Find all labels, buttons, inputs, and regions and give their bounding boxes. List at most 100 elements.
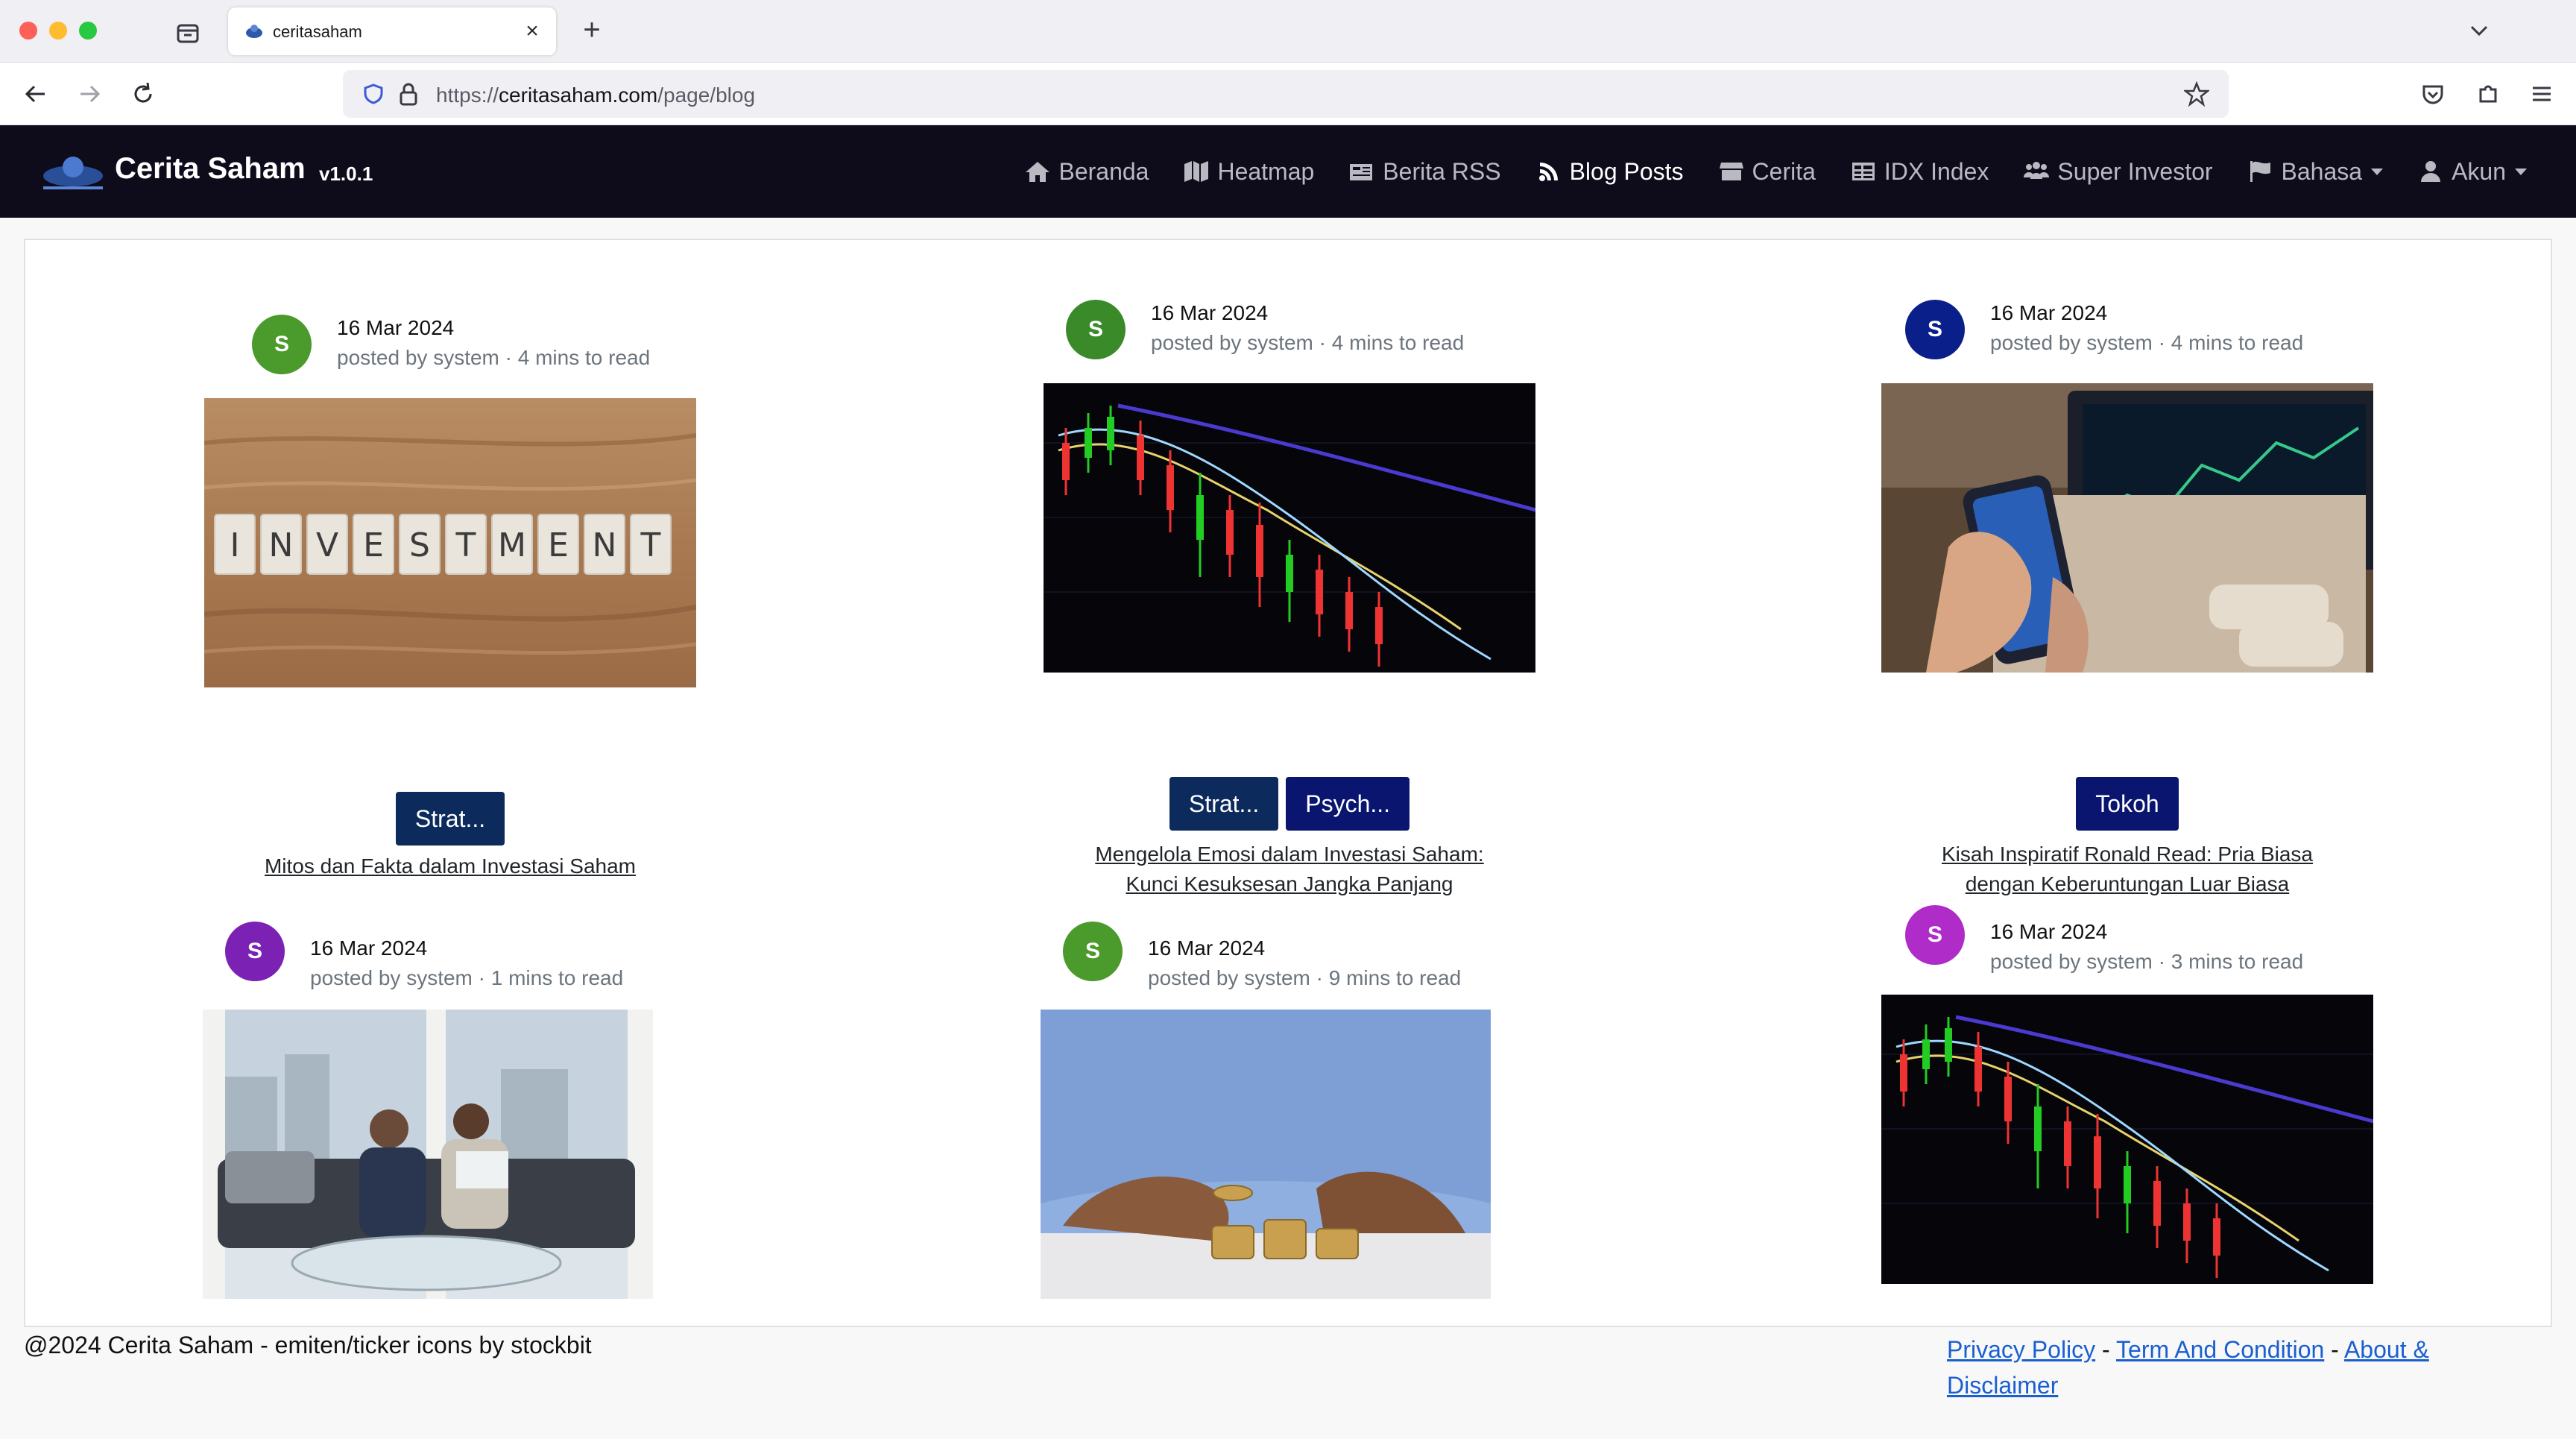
menu-item-beranda[interactable]: Beranda <box>1024 158 1149 186</box>
menu-item-cerita[interactable]: Cerita <box>1718 158 1816 186</box>
menu-item-berita-rss[interactable]: Berita RSS <box>1348 157 1501 186</box>
main-menu: Beranda Heatmap Berita RSS Blog Posts Ce… <box>1024 125 2527 218</box>
post-header: S 16 Mar 2024 posted by system · 4 mins … <box>1044 300 1535 370</box>
svg-text:I: I <box>230 526 240 564</box>
caret-down-icon <box>2515 168 2527 175</box>
post-title-line: Kunci Kesuksesan Jangka Panjang <box>1126 872 1453 895</box>
tab-list-icon[interactable] <box>173 18 203 48</box>
menu-label-berita-rss: Berita RSS <box>1383 157 1501 185</box>
post-title-line: Kisah Inspiratif Ronald Read: Pria Biasa <box>1941 843 2314 866</box>
post-meta: posted by system · 4 mins to read <box>337 346 651 369</box>
url-path: /page/blog <box>657 84 756 107</box>
menu-label-heatmap: Heatmap <box>1217 157 1315 185</box>
tab-close-icon[interactable]: × <box>519 18 546 45</box>
coins-stack-image[interactable] <box>1041 1010 1491 1299</box>
candlestick-chart-image[interactable] <box>1044 383 1535 673</box>
reload-icon[interactable] <box>127 78 160 110</box>
terms-link[interactable]: Term And Condition <box>2116 1336 2324 1363</box>
candlestick-graphic <box>1044 383 1535 673</box>
post-title-link[interactable]: Mengelola Emosi dalam Investasi Saham: K… <box>1044 840 1535 899</box>
brand-logo-icon[interactable] <box>39 149 107 194</box>
blog-post-card: S 16 Mar 2024 posted by system · 4 mins … <box>1881 300 2373 895</box>
tag-button[interactable]: Psych... <box>1286 777 1410 831</box>
menu-label-cerita: Cerita <box>1752 157 1816 185</box>
newspaper-icon <box>1350 164 1373 180</box>
forward-icon[interactable] <box>73 78 106 110</box>
menu-label-akun: Akun <box>2452 157 2506 185</box>
site-favicon-icon <box>246 25 262 38</box>
url-prefix: https:// <box>436 84 499 107</box>
post-date: 16 Mar 2024 <box>1148 936 1266 960</box>
tab-ceritasaham[interactable]: ceritasaham × <box>228 7 556 55</box>
maximize-window-button[interactable] <box>79 22 97 40</box>
site-navbar: Cerita Saham v1.0.1 Beranda Heatmap Beri… <box>0 125 2576 218</box>
svg-text:S: S <box>409 526 430 564</box>
browser-tab-bar: ceritasaham × + <box>0 0 2576 63</box>
back-icon[interactable] <box>19 78 52 110</box>
users-icon <box>2024 162 2050 179</box>
lock-icon[interactable] <box>398 82 419 106</box>
url-text[interactable]: https://ceritasaham.com/page/blog <box>436 84 755 107</box>
post-title-line: Mitos dan Fakta dalam Investasi Saham <box>264 854 636 878</box>
investment-blocks-image[interactable]: INV EST MEN T <box>204 398 696 687</box>
office-meeting-image[interactable] <box>203 1010 653 1299</box>
footer-links: Privacy Policy - Term And Condition - Ab… <box>1947 1332 2513 1403</box>
avatar: S <box>1905 300 1965 359</box>
home-icon <box>1026 162 1050 182</box>
svg-text:T: T <box>640 526 661 564</box>
menu-label-bahasa: Bahasa <box>2281 157 2363 185</box>
menu-item-blog-posts[interactable]: Blog Posts <box>1535 158 1684 186</box>
menu-item-super-investor[interactable]: Super Investor <box>2023 158 2213 186</box>
office-meeting-graphic <box>203 1010 653 1299</box>
blog-post-card: S 16 Mar 2024 posted by system · 4 mins … <box>204 315 696 878</box>
menu-icon[interactable] <box>2525 78 2558 110</box>
investment-blocks-graphic: INV EST MEN T <box>204 398 696 687</box>
footer-copyright: @2024 Cerita Saham - emiten/ticker icons… <box>24 1332 592 1358</box>
url-bar[interactable]: https://ceritasaham.com/page/blog <box>343 70 2229 118</box>
about-link[interactable]: About & <box>2344 1336 2429 1363</box>
privacy-policy-link[interactable]: Privacy Policy <box>1947 1336 2095 1363</box>
shield-icon[interactable] <box>362 83 385 105</box>
chevron-down-icon[interactable] <box>2463 16 2496 46</box>
minimize-window-button[interactable] <box>49 22 67 40</box>
post-tags: Tokoh <box>1881 777 2373 831</box>
post-header: S 16 Mar 2024 posted by system · 1 mins … <box>225 922 717 992</box>
bookmark-star-icon[interactable] <box>2184 81 2209 107</box>
footer-separator: - <box>2102 1336 2110 1363</box>
post-date: 16 Mar 2024 <box>337 316 455 339</box>
menu-item-idx-index[interactable]: IDX Index <box>1850 158 1989 186</box>
svg-text:E: E <box>363 526 384 564</box>
menu-label-idx-index: IDX Index <box>1884 157 1989 185</box>
menu-label-blog-posts: Blog Posts <box>1569 157 1684 185</box>
candlestick-chart-image[interactable] <box>1881 995 2373 1284</box>
tag-button[interactable]: Strat... <box>395 792 505 846</box>
extensions-icon[interactable] <box>2472 78 2504 110</box>
menu-item-heatmap[interactable]: Heatmap <box>1183 158 1314 186</box>
blog-post-card: S 16 Mar 2024 posted by system · 9 mins … <box>1041 922 1555 1299</box>
user-icon <box>2421 161 2441 182</box>
post-meta: posted by system · 1 mins to read <box>310 966 624 989</box>
phone-trading-image[interactable] <box>1881 383 2373 673</box>
pocket-icon[interactable] <box>2416 78 2449 110</box>
flag-icon <box>2250 161 2270 182</box>
avatar: S <box>1905 905 1965 965</box>
menu-item-bahasa[interactable]: Bahasa <box>2247 158 2384 186</box>
post-title-link[interactable]: Kisah Inspiratif Ronald Read: Pria Biasa… <box>1881 840 2373 899</box>
disclaimer-link[interactable]: Disclaimer <box>1947 1372 2058 1399</box>
tab-title: ceritasaham <box>273 22 362 41</box>
blog-post-card: S 16 Mar 2024 posted by system · 1 mins … <box>203 922 717 1299</box>
post-title-link[interactable]: Mitos dan Fakta dalam Investasi Saham <box>204 851 696 881</box>
post-date: 16 Mar 2024 <box>1151 301 1269 324</box>
svg-text:T: T <box>455 526 476 564</box>
map-icon <box>1184 161 1209 182</box>
tag-button[interactable]: Strat... <box>1169 777 1279 831</box>
close-window-button[interactable] <box>19 22 37 40</box>
new-tab-button[interactable]: + <box>575 13 608 46</box>
tag-button[interactable]: Tokoh <box>2076 777 2179 831</box>
post-meta: posted by system · 4 mins to read <box>1990 331 2304 354</box>
menu-item-akun[interactable]: Akun <box>2417 158 2527 186</box>
post-header: S 16 Mar 2024 posted by system · 3 mins … <box>1881 905 2373 975</box>
svg-text:M: M <box>498 526 526 564</box>
brand-name[interactable]: Cerita Saham <box>115 152 306 186</box>
version-label: v1.0.1 <box>319 163 373 185</box>
